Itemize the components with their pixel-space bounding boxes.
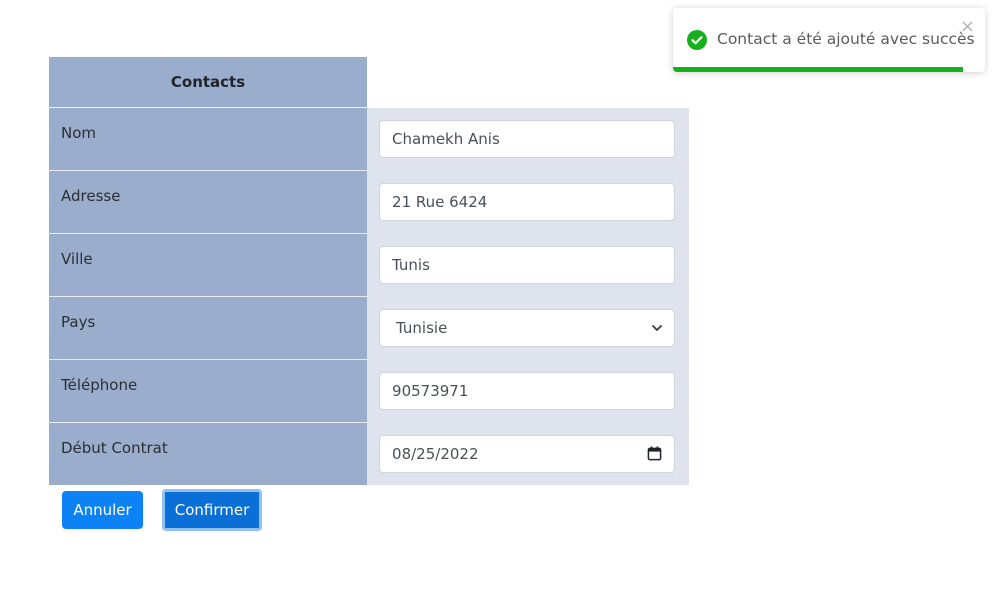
table-header-blank <box>367 57 689 108</box>
form-row-adresse: Adresse 21 Rue 6424 <box>49 170 689 234</box>
success-toast: Contact a été ajouté avec succès × <box>673 8 985 72</box>
toast-progress-track <box>673 67 985 72</box>
form-row-debut-contrat: Début Contrat 08/25/2022 <box>49 422 689 485</box>
field-label-nom: Nom <box>61 124 97 142</box>
toast-message: Contact a été ajouté avec succès <box>717 30 975 48</box>
close-icon[interactable]: × <box>960 18 975 36</box>
field-label-adresse: Adresse <box>61 187 121 205</box>
table-header: Contacts <box>49 57 368 108</box>
cancel-button[interactable]: Annuler <box>62 491 143 529</box>
chevron-down-icon <box>652 325 662 331</box>
ville-input[interactable]: Tunis <box>379 246 676 284</box>
debut-contrat-date-input[interactable]: 08/25/2022 <box>379 434 676 473</box>
check-circle-icon <box>687 30 707 50</box>
field-label-telephone: Téléphone <box>61 376 138 394</box>
telephone-input[interactable]: 90573971 <box>379 372 676 410</box>
field-label-pays: Pays <box>61 313 96 331</box>
form-row-telephone: Téléphone 90573971 <box>49 359 689 423</box>
field-label-debut-contrat: Début Contrat <box>61 439 168 457</box>
form-row-pays: Pays Tunisie <box>49 296 689 360</box>
adresse-input[interactable]: 21 Rue 6424 <box>379 183 676 221</box>
field-label-ville: Ville <box>61 250 93 268</box>
form-row-nom: Nom Chamekh Anis <box>49 107 689 171</box>
contacts-form-table: Contacts Nom Chamekh Anis Adresse 21 Rue… <box>49 57 689 485</box>
nom-input[interactable]: Chamekh Anis <box>379 120 676 158</box>
confirm-button[interactable]: Confirmer <box>162 489 262 531</box>
toast-progress-bar <box>673 67 964 72</box>
form-row-ville: Ville Tunis <box>49 233 689 297</box>
calendar-icon[interactable] <box>647 446 662 461</box>
form-actions: Annuler Confirmer <box>62 489 262 531</box>
pays-select[interactable]: Tunisie <box>379 309 676 347</box>
